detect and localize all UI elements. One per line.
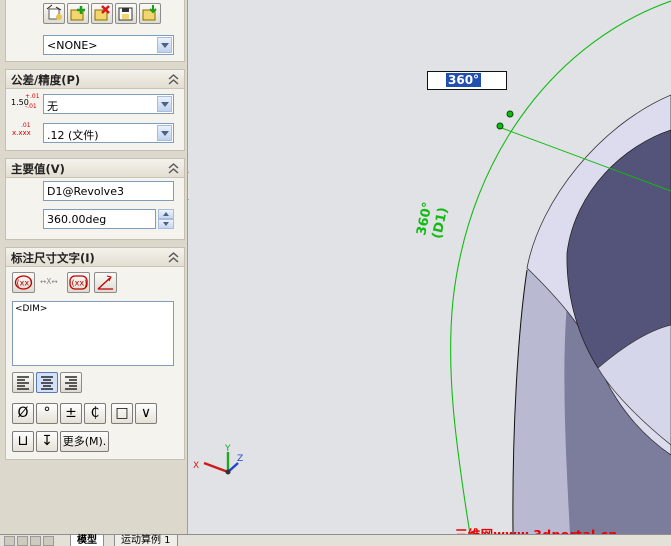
favorite-group: <NONE> bbox=[5, 0, 185, 62]
spin-up-icon[interactable] bbox=[158, 209, 174, 219]
svg-text:(xx): (xx) bbox=[17, 279, 33, 288]
chevron-down-icon[interactable] bbox=[157, 125, 172, 141]
dimension-text-area[interactable]: <DIM> bbox=[12, 301, 174, 366]
precision-select[interactable]: .12 (文件) bbox=[43, 123, 174, 143]
chevron-down-icon[interactable] bbox=[157, 37, 172, 53]
degree-symbol-button[interactable]: ° bbox=[36, 403, 58, 424]
property-manager-panel: <NONE> 公差/精度(P) 1.50 +.01 -.01 无 .01 x.x… bbox=[0, 0, 188, 534]
collapse-icon[interactable] bbox=[168, 251, 179, 263]
tab-motion-study[interactable]: 运动算例 1 bbox=[114, 535, 178, 546]
countersink-symbol-button[interactable]: ∨ bbox=[135, 403, 157, 424]
dimension-text-header[interactable]: 标注尺寸文字(I) bbox=[6, 248, 184, 267]
tolerance-type-icon: 1.50 +.01 -.01 bbox=[11, 93, 40, 110]
prev-tab-icon[interactable] bbox=[17, 536, 28, 546]
save-favorite-icon bbox=[118, 7, 133, 21]
triad-z-label: Z bbox=[237, 454, 243, 464]
add-dimension-favorite-icon bbox=[46, 4, 62, 20]
svg-text:(xx): (xx) bbox=[72, 279, 88, 288]
primary-value-group: 主要值(V) D1@Revolve3 360.00deg bbox=[5, 158, 185, 240]
spin-down-icon[interactable] bbox=[158, 219, 174, 229]
favorite-select[interactable]: <NONE> bbox=[43, 35, 174, 55]
inspection-dimension-icon: (xx) bbox=[69, 275, 88, 290]
triad-y-label: Y bbox=[224, 444, 231, 454]
align-left-button[interactable] bbox=[12, 372, 34, 393]
dimension-edit-box[interactable]: 360° bbox=[427, 71, 507, 90]
solidworks-window: { "toolbar": { "icons": ["add-dimension-… bbox=[0, 0, 671, 546]
add-favorite-button[interactable] bbox=[67, 3, 89, 24]
tab-model[interactable]: 模型 bbox=[70, 535, 104, 546]
dimension-value-spinner[interactable] bbox=[158, 209, 174, 230]
add-dimension-favorite-button[interactable] bbox=[43, 3, 65, 24]
parentheses-icon: (xx) bbox=[14, 275, 33, 290]
add-favorite-icon bbox=[70, 6, 85, 21]
next-tab-icon[interactable] bbox=[30, 536, 41, 546]
triad-x-label: X bbox=[193, 461, 199, 471]
square-symbol-button[interactable]: □ bbox=[111, 403, 133, 424]
diameter-symbol-button[interactable]: Ø bbox=[12, 403, 34, 424]
plus-minus-symbol-button[interactable]: ± bbox=[60, 403, 82, 424]
precision-value: .12 (文件) bbox=[47, 129, 99, 142]
tolerance-group-header[interactable]: 公差/精度(P) bbox=[6, 70, 184, 89]
arc-handle-point[interactable] bbox=[496, 122, 504, 130]
offset-text-icon bbox=[97, 275, 113, 290]
align-right-button[interactable] bbox=[60, 372, 82, 393]
arc-handle-point[interactable] bbox=[506, 110, 514, 118]
dimension-value-field[interactable]: 360.00deg bbox=[43, 209, 156, 229]
align-center-icon bbox=[41, 376, 53, 390]
load-favorite-button[interactable] bbox=[139, 3, 161, 24]
delete-favorite-button[interactable] bbox=[91, 3, 113, 24]
dimension-label[interactable]: 360° (D1) bbox=[414, 201, 451, 240]
center-dimension-icon[interactable]: ↔X↔ bbox=[40, 277, 58, 286]
collapse-icon[interactable] bbox=[168, 162, 179, 174]
align-right-icon bbox=[65, 376, 77, 390]
favorite-select-value: <NONE> bbox=[47, 39, 98, 52]
save-favorite-button[interactable] bbox=[115, 3, 137, 24]
align-left-icon bbox=[17, 376, 29, 390]
reference-triad[interactable]: X Y Z bbox=[193, 444, 243, 475]
load-favorite-icon bbox=[142, 5, 157, 21]
primary-value-header[interactable]: 主要值(V) bbox=[6, 159, 184, 178]
inspection-dimension-button[interactable]: (xx) bbox=[67, 272, 90, 293]
more-symbols-button[interactable]: 更多(M). bbox=[60, 431, 109, 452]
bottom-tab-bar: 模型 运动算例 1 bbox=[0, 534, 671, 546]
dimension-text-content: <DIM> bbox=[15, 304, 48, 314]
tolerance-group-title: 公差/精度(P) bbox=[11, 73, 81, 87]
offset-text-button[interactable] bbox=[94, 272, 117, 293]
primary-value-title: 主要值(V) bbox=[11, 162, 65, 176]
tolerance-group: 公差/精度(P) 1.50 +.01 -.01 无 .01 x.xxx .12 … bbox=[5, 69, 185, 151]
depth-symbol-button[interactable]: ↧ bbox=[36, 431, 58, 452]
dimension-value-text: 360.00deg bbox=[47, 213, 107, 226]
dimension-name-field[interactable]: D1@Revolve3 bbox=[43, 181, 174, 201]
last-tab-icon[interactable] bbox=[43, 536, 54, 546]
delete-favorite-icon bbox=[94, 5, 110, 21]
collapse-icon[interactable] bbox=[168, 73, 179, 85]
first-tab-icon[interactable] bbox=[4, 536, 15, 546]
precision-icon: .01 x.xxx bbox=[12, 122, 31, 137]
parentheses-button[interactable]: (xx) bbox=[12, 272, 35, 293]
dimension-name-value: D1@Revolve3 bbox=[47, 185, 124, 198]
chevron-down-icon[interactable] bbox=[157, 96, 172, 112]
centerline-symbol-button[interactable]: ₵ bbox=[84, 403, 106, 424]
align-center-button[interactable] bbox=[36, 372, 58, 393]
tolerance-type-value: 无 bbox=[47, 100, 58, 113]
counterbore-symbol-button[interactable]: ⊔ bbox=[12, 431, 34, 452]
dimension-text-group: 标注尺寸文字(I) (xx) ↔X↔ (xx) <DIM> Ø ° ± ₵ □ … bbox=[5, 247, 185, 460]
dimension-edit-value: 360° bbox=[446, 73, 482, 87]
dimension-text-title: 标注尺寸文字(I) bbox=[11, 251, 95, 265]
tolerance-type-select[interactable]: 无 bbox=[43, 94, 174, 114]
